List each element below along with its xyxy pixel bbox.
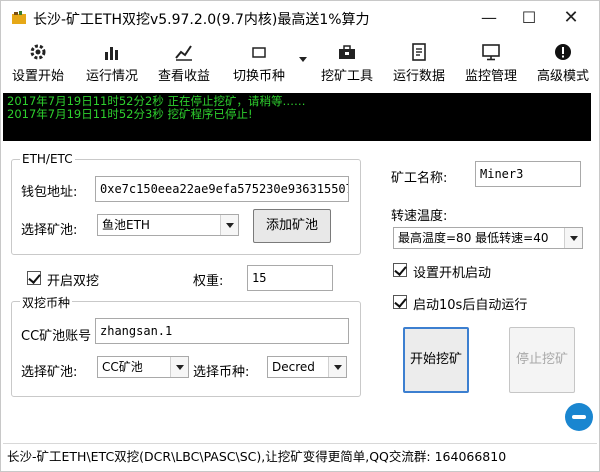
fan-temp-label: 转速温度:: [391, 209, 448, 224]
chevron-down-icon: [220, 215, 238, 235]
chevron-down-icon[interactable]: [299, 57, 307, 62]
wallet-address-input[interactable]: 0xe7c150eea22ae9efa575230e936315507: [95, 176, 349, 202]
chevron-down-icon: [564, 228, 582, 248]
app-logo-icon: [12, 11, 26, 24]
maximize-button[interactable]: ☐: [509, 5, 549, 31]
group-title: 双挖币种: [20, 294, 73, 311]
weight-input[interactable]: 15: [247, 265, 333, 291]
toolbar-advanced-mode[interactable]: 高级模式: [531, 39, 595, 87]
log-line: 2017年7月19日11时52分3秒 挖矿程序已停止!: [7, 107, 253, 121]
title-bar: 长沙-矿工ETH双挖v5.97.2.0(9.7内核)最高送1%算力 — ☐ ✕: [1, 1, 599, 35]
log-console: 2017年7月19日11时52分2秒 正在停止挖矿，请稍等…… 2017年7月1…: [3, 93, 591, 141]
chevron-down-icon: [328, 357, 346, 377]
toolbox-icon: [339, 45, 355, 59]
dual-pool-label: 选择矿池:: [21, 365, 78, 380]
toolbar-monitor-management[interactable]: 监控管理: [459, 39, 523, 87]
document-icon: [412, 43, 426, 61]
toolbar-run-data[interactable]: 运行数据: [387, 39, 451, 87]
bar-chart-icon: [105, 47, 118, 60]
switch-icon: [252, 47, 266, 58]
pool-select-label: 选择矿池:: [21, 223, 78, 238]
coin-select-label: 选择币种:: [193, 365, 250, 380]
add-pool-button[interactable]: 添加矿池: [253, 209, 331, 243]
start-mining-button[interactable]: 开始挖矿: [403, 327, 469, 393]
stop-mining-button[interactable]: 停止挖矿: [509, 327, 575, 393]
miner-name-label: 矿工名称:: [391, 171, 448, 186]
dual-mining-checkbox[interactable]: [27, 271, 41, 285]
chevron-down-icon: [170, 357, 188, 377]
weight-label: 权重:: [193, 274, 224, 289]
toolbar-switch-coin[interactable]: 切换币种: [227, 39, 291, 87]
fan-temp-select[interactable]: 最高温度=80 最低转速=40: [393, 227, 583, 249]
toolbar: 设置开始 运行情况 查看收益 切换币种 挖矿工具 运行数据 监控管理 高级模式: [1, 39, 599, 89]
autorun-checkbox[interactable]: [393, 295, 407, 309]
status-bar: 长沙-矿工ETH\ETC双挖(DCR\LBC\PASC\SC),让挖矿变得更简单…: [3, 443, 597, 469]
autostart-label: 设置开机启动: [413, 266, 492, 281]
group-title: ETH/ETC: [20, 152, 75, 166]
autorun-label: 启动10s后自动运行: [413, 298, 528, 313]
close-button[interactable]: ✕: [551, 5, 591, 31]
minimize-button[interactable]: —: [469, 5, 509, 31]
gear-icon: [30, 44, 46, 60]
toolbar-settings-start[interactable]: 设置开始: [7, 39, 69, 87]
line-chart-icon: [175, 45, 192, 61]
main-window: 长沙-矿工ETH双挖v5.97.2.0(9.7内核)最高送1%算力 — ☐ ✕ …: [0, 0, 600, 472]
monitor-icon: [482, 44, 500, 61]
dual-mining-label: 开启双挖: [47, 274, 100, 289]
window-title: 长沙-矿工ETH双挖v5.97.2.0(9.7内核)最高送1%算力: [33, 12, 370, 28]
dual-coin-group: 双挖币种: [11, 294, 361, 397]
alert-icon: [555, 44, 571, 60]
dual-pool-select[interactable]: CC矿池: [97, 356, 189, 378]
toolbar-running-status[interactable]: 运行情况: [81, 39, 143, 87]
cc-account-input[interactable]: zhangsan.1: [95, 318, 349, 344]
floating-assistant-icon[interactable]: [565, 403, 593, 431]
wallet-address-label: 钱包地址:: [21, 185, 78, 200]
toolbar-mining-tools[interactable]: 挖矿工具: [315, 39, 379, 87]
coin-select[interactable]: Decred: [267, 356, 347, 378]
miner-name-input[interactable]: Miner3: [475, 161, 581, 187]
autostart-checkbox[interactable]: [393, 263, 407, 277]
eth-pool-select[interactable]: 鱼池ETH: [97, 214, 239, 236]
cc-account-label: CC矿池账号: [21, 329, 92, 344]
toolbar-view-earnings[interactable]: 查看收益: [153, 39, 215, 87]
